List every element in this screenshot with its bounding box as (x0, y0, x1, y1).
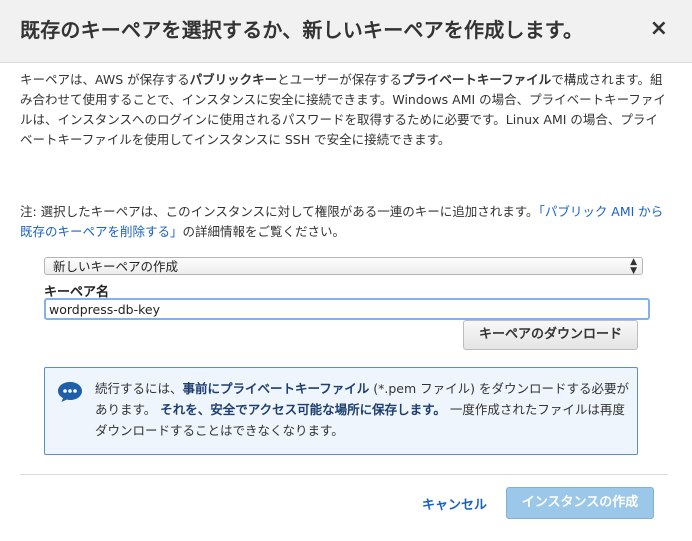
keypair-select-value: 新しいキーペアの作成 (53, 259, 179, 274)
info-bold-private-key: 事前にプライベートキーファイル (182, 381, 370, 396)
dialog-header: 既存のキーペアを選択するか、新しいキーペアを作成します。 × (0, 0, 692, 63)
info-alert: 続行するには、事前にプライベートキーファイル (*.pem ファイル) をダウン… (44, 367, 638, 455)
note-suffix: の詳細情報をご覧ください。 (182, 224, 346, 239)
cancel-button[interactable]: キャンセル (422, 494, 487, 513)
description-part: キーペアは、AWS が保存する (20, 72, 190, 87)
select-arrows-icon: ▲ ▼ (630, 257, 637, 276)
description-bold-public-key: パブリックキー (189, 72, 278, 87)
note-text: 注: 選択したキーペアは、このインスタンスに対して権限がある一連のキーに追加され… (20, 202, 668, 242)
create-instance-button[interactable]: インスタンスの作成 (506, 487, 654, 519)
keypair-name-input[interactable] (44, 298, 650, 320)
info-bold-save: それを、安全でアクセス可能な場所に保存します。 (160, 402, 446, 417)
description-text: キーペアは、AWS が保存するパブリックキーとユーザーが保存するプライベートキー… (20, 70, 668, 150)
info-part: 続行するには、 (95, 381, 183, 396)
description-bold-private-key-file: プライベートキーファイル (401, 72, 552, 87)
footer-divider (20, 474, 668, 475)
close-icon[interactable]: × (650, 18, 668, 40)
note-prefix: 注: 選択したキーペアは、このインスタンスに対して権限がある一連のキーに追加され… (20, 204, 539, 219)
dialog-title: 既存のキーペアを選択するか、新しいキーペアを作成します。 (20, 18, 584, 42)
keypair-select[interactable]: 新しいキーペアの作成 ▲ ▼ (44, 257, 643, 276)
download-keypair-button[interactable]: キーペアのダウンロード (463, 320, 638, 350)
description-part: とユーザーが保存する (277, 72, 402, 87)
info-text: 続行するには、事前にプライベートキーファイル (*.pem ファイル) をダウン… (95, 378, 631, 441)
chat-bubble-icon (58, 382, 82, 402)
